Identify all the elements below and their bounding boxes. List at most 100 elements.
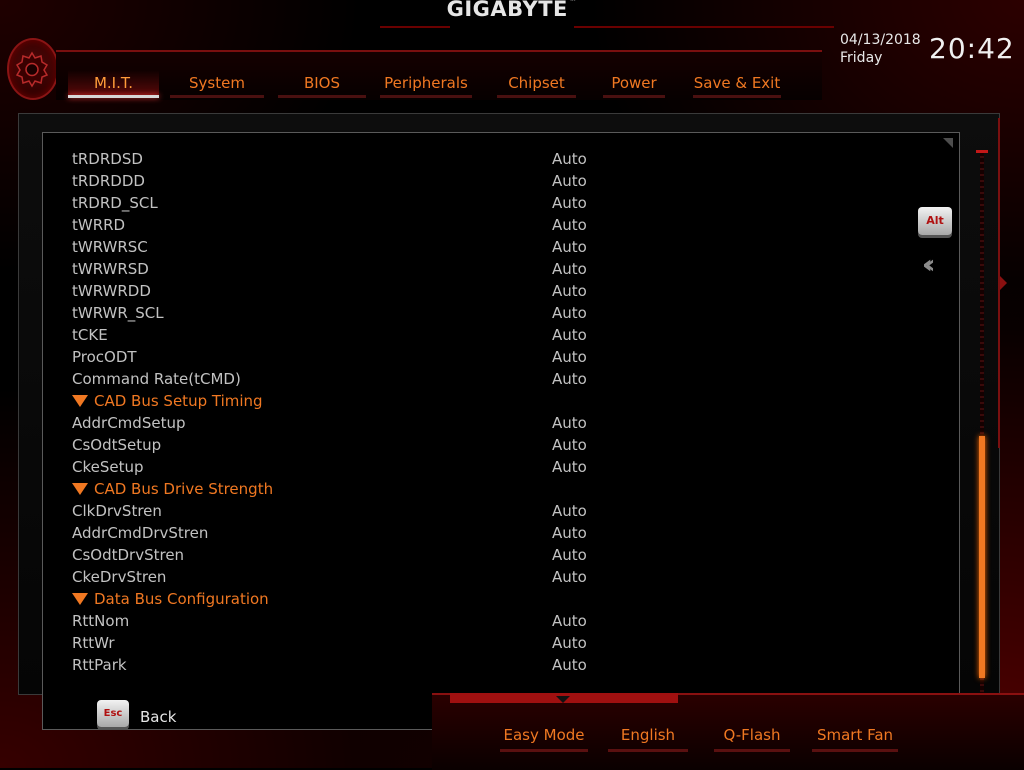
setting-value[interactable]: Auto	[552, 280, 587, 302]
setting-value[interactable]: Auto	[552, 236, 587, 258]
settings-list: tRDRDSD Auto tRDRDDD Auto tRDRD_SCL Auto tWRRD…	[72, 148, 632, 676]
setting-value[interactable]: Auto	[552, 258, 587, 280]
setting-label: RttWr	[72, 634, 115, 652]
scrollbar-thumb[interactable]	[979, 436, 985, 678]
setting-row[interactable]: AddrCmdSetup Auto	[72, 412, 632, 434]
footer-link-underline	[812, 749, 898, 752]
setting-row[interactable]: tWRWR_SCL Auto	[72, 302, 632, 324]
esc-key-label: Esc	[103, 708, 123, 719]
setting-value[interactable]: Auto	[552, 434, 587, 456]
setting-row[interactable]: RttWr Auto	[72, 632, 632, 654]
footer-link-underline	[714, 749, 790, 752]
setting-label: tWRWRSC	[72, 238, 148, 256]
tab-system[interactable]: System	[170, 70, 264, 98]
tab-power[interactable]: Power	[603, 70, 665, 98]
setting-label: tRDRDDD	[72, 172, 145, 190]
tab-underline	[497, 95, 576, 98]
setting-row[interactable]: tWRWRSC Auto	[72, 236, 632, 258]
setting-row[interactable]: tWRWRDD Auto	[72, 280, 632, 302]
setting-row[interactable]: CsOdtDrvStren Auto	[72, 544, 632, 566]
tab-underline	[380, 95, 472, 98]
section-label: Data Bus Configuration	[94, 590, 269, 608]
alt-key-label: Alt	[926, 214, 944, 227]
setting-value[interactable]: Auto	[552, 192, 587, 214]
setting-value[interactable]: Auto	[552, 214, 587, 236]
tab-bios[interactable]: BIOS	[278, 70, 366, 98]
setting-value[interactable]: Auto	[552, 368, 587, 390]
alt-key-button[interactable]: Alt	[918, 207, 952, 235]
setting-row[interactable]: ClkDrvStren Auto	[72, 500, 632, 522]
setting-value[interactable]: Auto	[552, 544, 587, 566]
setting-label: tRDRD_SCL	[72, 194, 158, 212]
setting-value[interactable]: Auto	[552, 148, 587, 170]
setting-value[interactable]: Auto	[552, 522, 587, 544]
tab-save-exit[interactable]: Save & Exit	[693, 70, 781, 98]
setting-row[interactable]: tRDRDDD Auto	[72, 170, 632, 192]
settings-gear-button[interactable]	[7, 38, 59, 100]
expand-triangle-icon	[72, 483, 88, 495]
section-header[interactable]: CAD Bus Drive Strength	[72, 478, 632, 500]
setting-value[interactable]: Auto	[552, 654, 587, 676]
tab-m-i-t[interactable]: M.I.T.	[68, 70, 159, 98]
footer-link-label: Q-Flash	[723, 726, 781, 744]
footer-q-flash[interactable]: Q-Flash	[714, 726, 790, 752]
tab-underline	[170, 95, 264, 98]
setting-value[interactable]: Auto	[552, 610, 587, 632]
panel-corner-marker	[943, 138, 953, 148]
tab-underline	[693, 95, 781, 98]
setting-label: CkeSetup	[72, 458, 144, 476]
setting-row[interactable]: ProcODT Auto	[72, 346, 632, 368]
setting-label: ClkDrvStren	[72, 502, 162, 520]
brand-logo: GIGABYTE™	[446, 0, 578, 21]
setting-label: ProcODT	[72, 348, 137, 366]
setting-row[interactable]: tRDRDSD Auto	[72, 148, 632, 170]
side-panel-arrow-icon[interactable]	[1000, 276, 1007, 290]
tab-chipset[interactable]: Chipset	[497, 70, 576, 98]
setting-label: tWRRD	[72, 216, 126, 234]
tab-label: BIOS	[303, 74, 341, 92]
esc-key-button[interactable]: Esc	[97, 700, 129, 727]
section-header[interactable]: CAD Bus Setup Timing	[72, 390, 632, 412]
setting-label: tRDRDSD	[72, 150, 143, 168]
setting-row[interactable]: tCKE Auto	[72, 324, 632, 346]
gear-icon	[15, 51, 49, 88]
footer-smart-fan[interactable]: Smart Fan	[812, 726, 898, 752]
setting-row[interactable]: tWRRD Auto	[72, 214, 632, 236]
setting-row[interactable]: Command Rate(tCMD) Auto	[72, 368, 632, 390]
scrollbar-top-cap	[976, 150, 988, 153]
scrollbar[interactable]	[976, 150, 988, 700]
setting-value[interactable]: Auto	[552, 324, 587, 346]
tab-peripherals[interactable]: Peripherals	[380, 70, 472, 98]
setting-value[interactable]: Auto	[552, 302, 587, 324]
setting-row[interactable]: CkeDrvStren Auto	[72, 566, 632, 588]
header-line-right	[574, 26, 834, 28]
tab-label: Chipset	[508, 74, 565, 92]
setting-label: RttPark	[72, 656, 127, 674]
setting-value[interactable]: Auto	[552, 412, 587, 434]
setting-value[interactable]: Auto	[552, 632, 587, 654]
footer-english[interactable]: English	[608, 726, 688, 752]
setting-row[interactable]: CkeSetup Auto	[72, 456, 632, 478]
setting-row[interactable]: CsOdtSetup Auto	[72, 434, 632, 456]
setting-row[interactable]: tRDRD_SCL Auto	[72, 192, 632, 214]
setting-row[interactable]: RttPark Auto	[72, 654, 632, 676]
setting-value[interactable]: Auto	[552, 456, 587, 478]
section-header[interactable]: Data Bus Configuration	[72, 588, 632, 610]
setting-value[interactable]: Auto	[552, 566, 587, 588]
setting-value[interactable]: Auto	[552, 170, 587, 192]
setting-row[interactable]: AddrCmdDrvStren Auto	[72, 522, 632, 544]
setting-row[interactable]: RttNom Auto	[72, 610, 632, 632]
collapse-chevron-icon[interactable]: ‹‹	[922, 252, 936, 278]
setting-label: tWRWRDD	[72, 282, 151, 300]
scroll-down-arrow-icon[interactable]	[556, 696, 570, 703]
setting-label: tCKE	[72, 326, 108, 344]
setting-value[interactable]: Auto	[552, 500, 587, 522]
back-button[interactable]: Back	[140, 708, 176, 726]
footer-easy-mode[interactable]: Easy Mode	[500, 726, 588, 752]
setting-value[interactable]: Auto	[552, 346, 587, 368]
tab-label: Power	[611, 74, 657, 92]
setting-label: CsOdtDrvStren	[72, 546, 185, 564]
expand-triangle-icon	[72, 395, 88, 407]
setting-label: RttNom	[72, 612, 130, 630]
setting-row[interactable]: tWRWRSD Auto	[72, 258, 632, 280]
